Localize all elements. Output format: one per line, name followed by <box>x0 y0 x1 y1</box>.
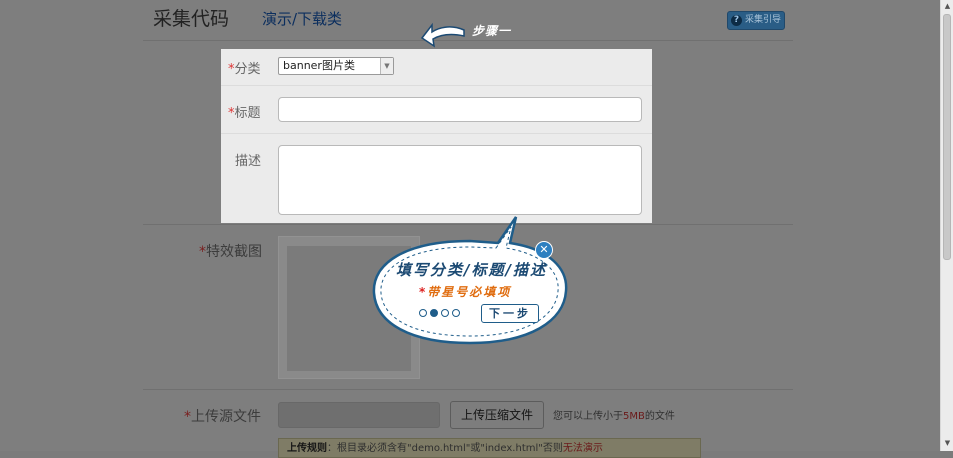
scroll-up-icon[interactable]: ▲ <box>943 2 952 11</box>
step-dot-active[interactable] <box>430 309 438 317</box>
description-textarea[interactable] <box>278 145 642 215</box>
tour-bubble <box>372 216 568 345</box>
scroll-down-icon[interactable]: ▼ <box>943 439 952 448</box>
step-dot[interactable] <box>441 309 449 317</box>
bubble-title: 填写分类/标题/描述 <box>396 261 547 279</box>
row-divider <box>221 133 652 134</box>
step-label: 步骤一 <box>472 24 512 38</box>
upload-size-note: 您可以上传小于5MB的文件 <box>553 411 675 422</box>
chevron-down-icon: ▼ <box>380 58 393 74</box>
bubble-note: *带星号必填项 <box>419 285 512 299</box>
category-select[interactable]: banner图片类 ▼ <box>278 57 394 75</box>
upload-rules-tip: 上传规则：根目录必须含有"demo.html"或"index.html"否则无法… <box>278 438 701 458</box>
highlighted-form-panel: *分类 banner图片类 ▼ *标题 描述 <box>221 49 652 223</box>
file-path-input[interactable] <box>278 402 440 428</box>
question-icon: ? <box>731 15 742 26</box>
vertical-scrollbar[interactable]: ▲ ▼ <box>940 0 953 451</box>
description-label: 描述 <box>235 154 262 169</box>
next-step-button[interactable]: 下一步 <box>481 304 539 323</box>
upload-zip-button[interactable]: 上传压缩文件 <box>450 401 544 429</box>
page-subtitle: 演示/下载类 <box>262 10 343 28</box>
step-dots <box>419 309 460 317</box>
row-divider <box>143 389 793 390</box>
title-label: *标题 <box>228 106 261 121</box>
upload-label: *上传源文件 <box>184 409 261 425</box>
step-dot[interactable] <box>419 309 427 317</box>
step-arrow-icon <box>420 22 465 48</box>
scrollbar-thumb[interactable] <box>943 14 951 260</box>
step-dot[interactable] <box>452 309 460 317</box>
guide-button[interactable]: ? 采集引导 <box>727 11 785 30</box>
title-input[interactable] <box>278 97 642 122</box>
close-icon[interactable]: ✕ <box>535 241 553 259</box>
category-label: *分类 <box>228 62 261 77</box>
page-title: 采集代码 <box>153 8 230 30</box>
screenshot-label: *特效截图 <box>199 244 262 260</box>
guide-button-label: 采集引导 <box>745 15 782 25</box>
header-divider <box>143 40 793 41</box>
row-divider <box>221 85 652 86</box>
category-select-value: banner图片类 <box>283 59 355 72</box>
